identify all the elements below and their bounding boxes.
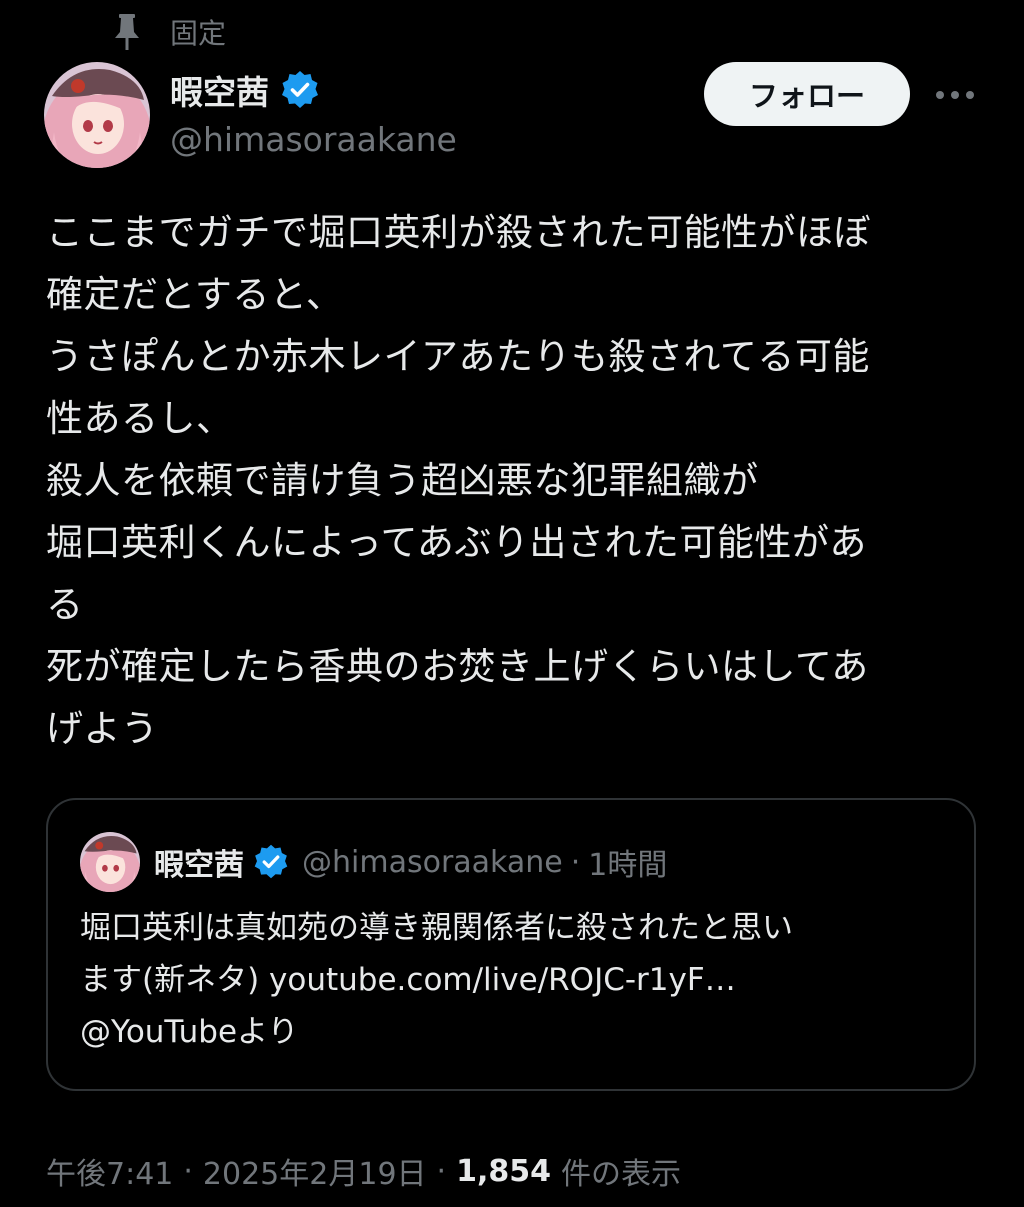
- tweet-text-line: 性あるし、: [46, 397, 234, 440]
- meta-separator: ·: [183, 1153, 193, 1189]
- tweet-date[interactable]: 2025年2月19日: [203, 1149, 427, 1193]
- pinned-label: 固定: [170, 17, 227, 50]
- tweet-text-line: 確定だとすると、: [46, 273, 344, 316]
- verified-badge-icon: [252, 843, 290, 881]
- tweet-text-line: 殺人を依頼で請け負う超凶悪な犯罪組織が: [46, 459, 759, 502]
- tweet-text-line: げよう: [46, 707, 159, 750]
- author-avatar[interactable]: [44, 62, 150, 168]
- quote-author-name: 暇空茜: [154, 848, 244, 883]
- tweet-text-line: 死が確定したら香典のお焚き上げくらいはしてあ: [46, 645, 869, 688]
- verified-badge-icon: [279, 69, 321, 111]
- quote-author-avatar: [80, 832, 140, 892]
- tweet-text-line: 堀口英利くんによってあぶり出された可能性があ: [46, 521, 867, 564]
- tweet-text-line: うさぽんとか赤木レイアあたりも殺されてる可能: [46, 335, 870, 378]
- tweet-time[interactable]: 午後7:41: [46, 1149, 173, 1193]
- tweet-meta: 午後7:41 · 2025年2月19日 · 1,854 件の表示: [46, 1146, 681, 1196]
- tweet-text-line: ここまでガチで堀口英利が殺された可能性がほぼ: [46, 211, 871, 254]
- view-count[interactable]: 1,854: [456, 1154, 551, 1189]
- author-name[interactable]: 暇空茜: [170, 66, 269, 114]
- pinned-indicator: 固定: [110, 12, 226, 52]
- quote-text: 堀口英利は真如苑の導き親関係者に殺されたと思い ます(新ネタ) youtube.…: [80, 902, 950, 1058]
- quote-author-handle: @himasoraakane: [302, 844, 563, 880]
- follow-button[interactable]: フォロー: [704, 62, 910, 126]
- tweet-text: ここまでガチで堀口英利が殺された可能性がほぼ 確定だとすると、 うさぽんとか赤木…: [46, 202, 976, 760]
- quote-timestamp: 1時間: [588, 848, 668, 883]
- quote-text-line: ます(新ネタ) youtube.com/live/ROJC-r1yF…: [80, 962, 736, 998]
- pin-icon: [110, 12, 144, 52]
- view-count-label: 件の表示: [560, 1157, 681, 1192]
- quote-header: 暇空茜 @himasoraakane · 1時間: [154, 834, 667, 890]
- meta-separator: ·: [436, 1153, 447, 1189]
- author-name-row[interactable]: 暇空茜: [170, 64, 321, 116]
- tweet-text-line: る: [46, 583, 84, 626]
- quote-separator: ·: [570, 844, 581, 880]
- more-dots-icon: [935, 85, 975, 104]
- author-handle[interactable]: @himasoraakane: [170, 118, 457, 162]
- quote-text-line: 堀口英利は真如苑の導き親関係者に殺されたと思い: [80, 910, 793, 946]
- quoted-tweet-card[interactable]: 暇空茜 @himasoraakane · 1時間 堀口英利は真如苑の導き親関係者…: [46, 798, 976, 1091]
- quote-text-line: @YouTubeより: [80, 1014, 299, 1050]
- more-options-button[interactable]: [930, 74, 980, 114]
